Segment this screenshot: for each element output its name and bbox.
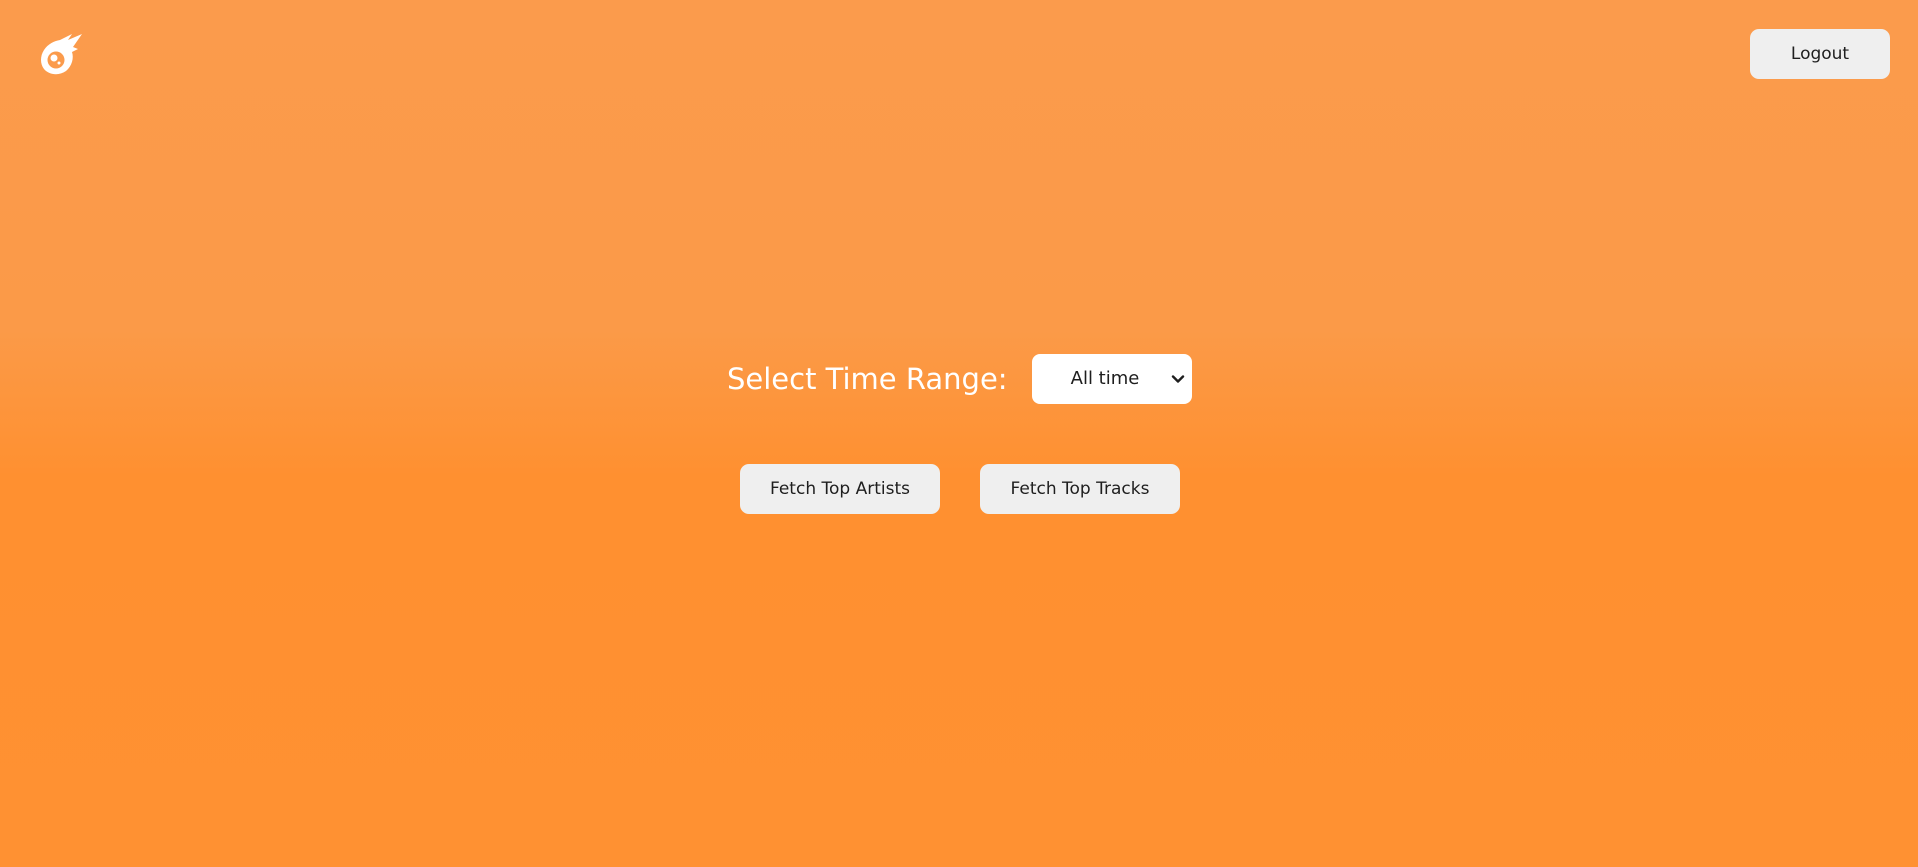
fetch-top-artists-button[interactable]: Fetch Top Artists: [740, 464, 940, 514]
fetch-top-tracks-button[interactable]: Fetch Top Tracks: [980, 464, 1180, 514]
chevron-down-icon: [1171, 375, 1185, 383]
time-range-selected-value: All time: [1070, 368, 1140, 389]
comet-logo-icon: [41, 34, 82, 75]
time-range-select[interactable]: All time: [1032, 354, 1192, 404]
logout-button[interactable]: Logout: [1750, 29, 1890, 79]
app-logo-icon: [38, 32, 82, 76]
time-range-label: Select Time Range:: [727, 362, 1008, 396]
